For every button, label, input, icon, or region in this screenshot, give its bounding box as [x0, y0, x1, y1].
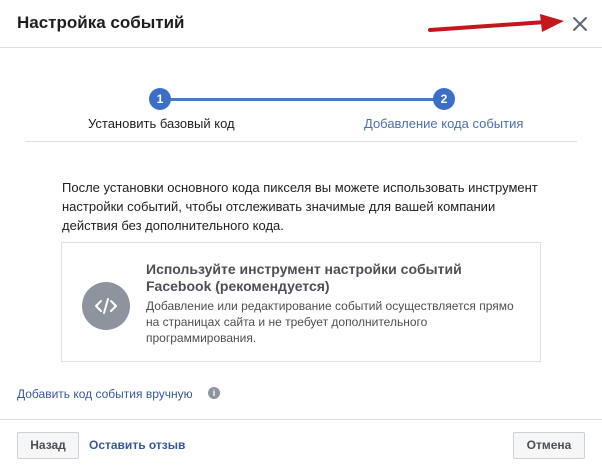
option-description: Добавление или редактирование событий ос… [146, 299, 514, 345]
event-setup-tool-option[interactable]: Используйте инструмент настройки событий… [61, 242, 541, 362]
code-icon [82, 282, 130, 330]
description-text: После установки основного кода пикселя в… [62, 180, 538, 233]
close-icon [573, 17, 587, 31]
add-event-code-manually-link[interactable]: Добавить код события вручную [17, 387, 193, 401]
step-2-label: Добавление кода события [364, 116, 524, 131]
stepper-progress-line [160, 98, 444, 101]
back-button[interactable]: Назад [17, 432, 79, 459]
stepper: 1 2 Установить базовый код Добавление ко… [0, 84, 602, 134]
annotation-arrow-icon [428, 14, 564, 32]
step-1-label: Установить базовый код [88, 116, 235, 131]
event-setup-dialog: Настройка событий 1 2 Установить базовый… [0, 0, 602, 473]
cancel-button[interactable]: Отмена [513, 432, 585, 459]
info-icon[interactable]: i [208, 387, 220, 399]
footer-divider [0, 419, 602, 420]
close-button[interactable] [569, 13, 591, 35]
leave-feedback-link[interactable]: Оставить отзыв [89, 438, 185, 452]
step-1-indicator: 1 [149, 88, 171, 110]
dialog-title: Настройка событий [17, 13, 185, 32]
dialog-header: Настройка событий [0, 0, 602, 48]
stepper-divider [25, 141, 577, 142]
step-2-indicator: 2 [433, 88, 455, 110]
option-title: Используйте инструмент настройки событий… [146, 261, 462, 294]
